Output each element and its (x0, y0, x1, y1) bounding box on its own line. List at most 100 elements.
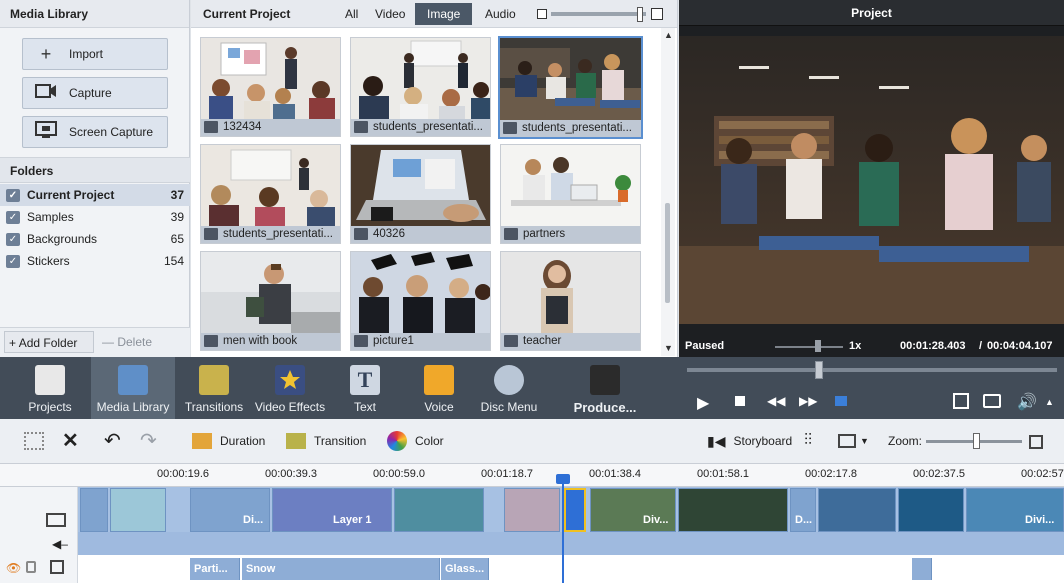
media-caption: picture1 (351, 333, 490, 350)
overlay-clip[interactable] (912, 558, 932, 580)
layer-clip[interactable]: Layer 1 (272, 488, 392, 532)
lock-icon[interactable] (26, 561, 36, 573)
produce-tool[interactable]: Produce... (563, 357, 647, 419)
video-clip[interactable]: Div... (590, 488, 676, 532)
video-clip[interactable] (898, 488, 964, 532)
video-clip[interactable] (80, 488, 108, 532)
import-button[interactable]: + Import (22, 38, 168, 70)
media-tile[interactable]: picture1 (350, 251, 491, 351)
storyboard-label: Storyboard (733, 434, 793, 448)
video-clip[interactable]: Di... (190, 488, 270, 532)
overlay-clip[interactable]: Snow (242, 558, 440, 580)
transitions-tool[interactable]: Transitions (172, 357, 256, 419)
disc-menu-tool[interactable]: Disc Menu (467, 357, 551, 419)
playhead-line[interactable] (562, 474, 564, 583)
delete-icon[interactable]: ✕ (62, 429, 79, 453)
speed-value: 1x (849, 340, 862, 352)
media-caption: students_presentati... (201, 226, 340, 243)
small-thumbnail-icon[interactable] (537, 9, 547, 19)
folder-check-icon[interactable]: ✓ (6, 210, 20, 224)
ruler-tick: 00:02:17.8 (805, 468, 857, 480)
folder-backgrounds[interactable]: ✓ Backgrounds 65 (0, 228, 190, 250)
video-clip[interactable] (818, 488, 896, 532)
media-library-tool[interactable]: Media Library (91, 357, 175, 419)
grid-scrollbar[interactable]: ▲ ▼ (661, 28, 675, 356)
display-mode-icon[interactable]: ▼ (838, 429, 869, 453)
media-tile[interactable]: 132434 (200, 37, 341, 137)
media-tile-selected[interactable]: students_presentati... (498, 36, 643, 139)
redo-icon[interactable]: ↷ (140, 429, 157, 453)
scroll-thumb[interactable] (665, 203, 670, 303)
media-tile[interactable]: students_presentati... (350, 37, 491, 137)
next-frame-icon[interactable]: ▶▶ (799, 394, 817, 408)
media-thumbnail (201, 38, 340, 120)
duration-button[interactable]: Duration (192, 429, 265, 453)
seek-bar[interactable] (687, 368, 1057, 372)
speed-slider-handle[interactable] (815, 340, 821, 352)
video-clip[interactable]: Divi... (966, 488, 1064, 532)
filter-video-tab[interactable]: Video (363, 3, 417, 25)
ruler-tick: 00:01:38.4 (589, 468, 641, 480)
zoom-handle[interactable] (973, 433, 980, 449)
previous-frame-icon[interactable]: ◀◀ (767, 394, 785, 408)
selected-clip[interactable] (564, 488, 586, 532)
folder-count: 39 (170, 210, 184, 224)
seek-handle[interactable] (815, 361, 823, 379)
folder-check-icon[interactable]: ✓ (6, 254, 20, 268)
preview-video[interactable] (679, 36, 1064, 324)
video-effects-tool[interactable]: Video Effects (248, 357, 332, 419)
folder-current-project[interactable]: ✓ Current Project 37 (0, 184, 190, 206)
scroll-down-icon[interactable]: ▼ (664, 343, 673, 353)
add-folder-button[interactable]: + Add Folder (4, 331, 94, 353)
video-clip[interactable] (394, 488, 484, 532)
folder-stickers[interactable]: ✓ Stickers 154 (0, 250, 190, 272)
snapshot-camera-icon[interactable] (983, 394, 1001, 408)
split-marker-icon[interactable] (835, 396, 847, 406)
media-tile[interactable]: teacher (500, 251, 641, 351)
media-tile[interactable]: students_presentati... (200, 144, 341, 244)
delete-folder-button[interactable]: — Delete Folder (98, 331, 186, 371)
fullscreen-icon[interactable] (953, 393, 969, 409)
overlay-clip[interactable]: Parti... (190, 558, 240, 580)
camera-icon (31, 83, 61, 104)
speed-slider[interactable] (775, 346, 843, 348)
folder-check-icon[interactable]: ✓ (6, 232, 20, 246)
folder-samples[interactable]: ✓ Samples 39 (0, 206, 190, 228)
video-clip[interactable] (678, 488, 788, 532)
filter-audio-tab[interactable]: Audio (473, 3, 528, 25)
timeline-tracks: ◀– 👁 Di... Layer 1 Div... D... Divi... P… (0, 487, 1064, 583)
large-thumbnail-icon[interactable] (651, 8, 663, 20)
capture-button[interactable]: Capture (22, 77, 168, 109)
overlay-clip[interactable]: Glass... (441, 558, 489, 580)
thumbnail-size-slider[interactable] (551, 12, 646, 16)
audio-mute-icon[interactable]: ◀– (52, 537, 68, 551)
text-tool[interactable]: T Text (323, 357, 407, 419)
video-clip[interactable]: D... (790, 488, 816, 532)
track-visibility-icon[interactable]: 👁 (6, 561, 21, 575)
filter-image-tab[interactable]: Image (415, 3, 473, 25)
undo-icon[interactable]: ↶ (104, 429, 121, 453)
media-tile[interactable]: 40326 (350, 144, 491, 244)
media-tile[interactable]: partners (500, 144, 641, 244)
select-all-icon[interactable] (24, 429, 44, 453)
thumbnail-size-handle[interactable] (637, 7, 643, 22)
stop-icon[interactable] (735, 396, 745, 406)
volume-icon[interactable]: 🔊 (1017, 392, 1037, 412)
storyboard-button[interactable]: ▮◀ Storyboard (707, 429, 792, 453)
screen-capture-button[interactable]: Screen Capture (22, 116, 168, 148)
scroll-up-icon[interactable]: ▲ (664, 30, 673, 40)
play-icon[interactable]: ▶ (697, 393, 709, 413)
projects-tool[interactable]: Projects (8, 357, 92, 419)
folder-check-icon[interactable]: ✓ (6, 188, 20, 202)
tool-label: Projects (28, 400, 72, 414)
audio-mixer-icon[interactable]: ⫶⫶ (804, 429, 812, 453)
video-clip[interactable] (504, 488, 560, 532)
fit-timeline-icon[interactable] (1029, 435, 1043, 449)
timeline-ruler[interactable]: 00:00:19.6 00:00:39.3 00:00:59.0 00:01:1… (0, 464, 1064, 487)
color-button[interactable]: Color (387, 429, 444, 453)
media-tile[interactable]: men with book (200, 251, 341, 351)
folder-name: Backgrounds (27, 232, 98, 246)
transition-button[interactable]: Transition (286, 429, 366, 453)
video-clip[interactable] (110, 488, 166, 532)
volume-expand-icon[interactable]: ▲ (1045, 397, 1054, 407)
